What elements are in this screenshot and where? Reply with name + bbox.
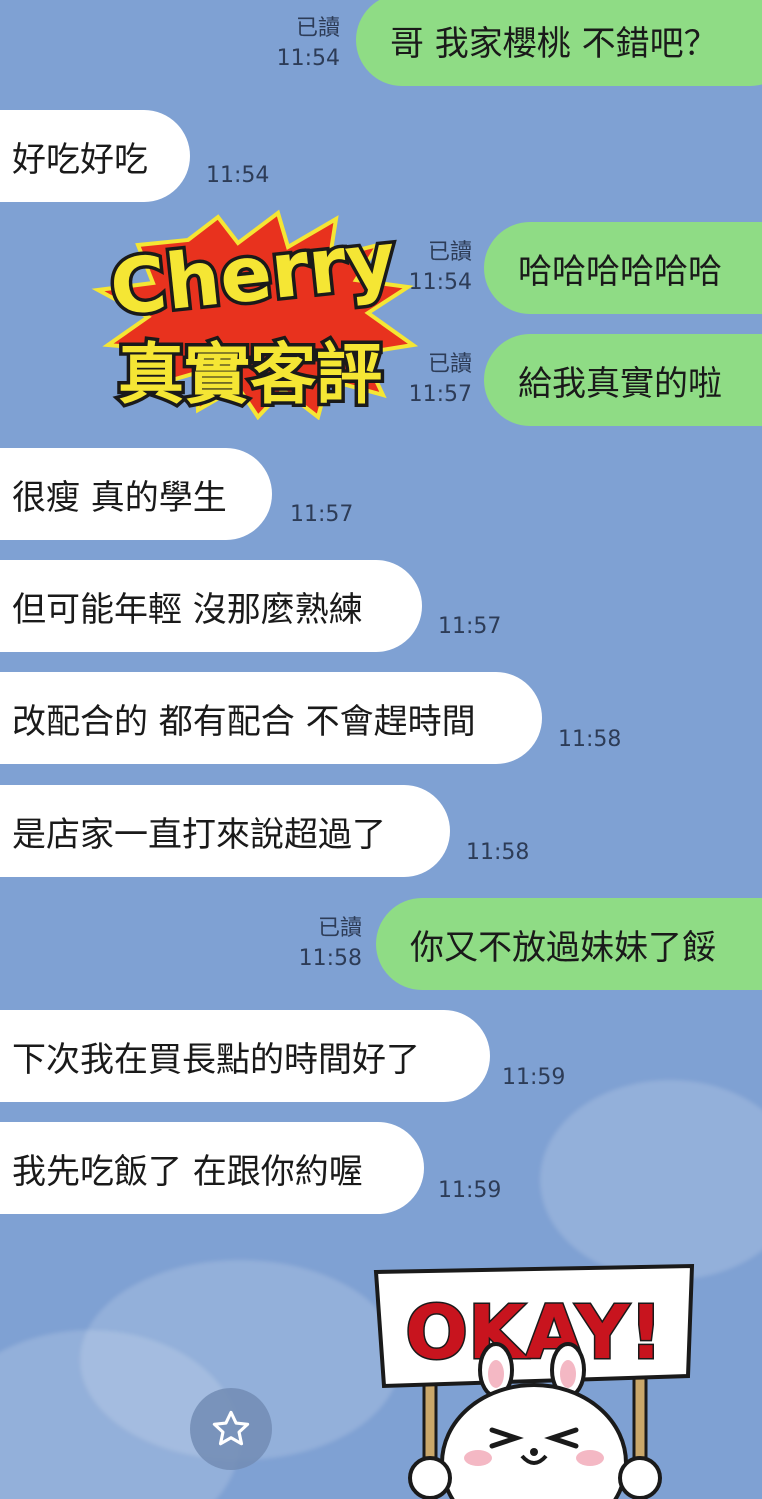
message-text: 我先吃飯了 在跟你約喔 xyxy=(12,1151,363,1192)
outgoing-message[interactable]: 你又不放過妹妹了餒 xyxy=(376,898,762,990)
read-receipt: 已讀 xyxy=(317,916,362,941)
incoming-message[interactable]: 下次我在買長點的時間好了 xyxy=(0,1010,490,1102)
incoming-message[interactable]: 但可能年輕 沒那麼熟練 xyxy=(0,560,422,652)
message-time: 11:57 xyxy=(438,614,502,639)
message-text: 下次我在買長點的時間好了 xyxy=(12,1039,420,1080)
cherry-review-badge: Cherry 真實客評 xyxy=(91,209,419,420)
message-text: 改配合的 都有配合 不會趕時間 xyxy=(12,701,476,742)
message-text: 但可能年輕 沒那麼熟練 xyxy=(12,589,363,630)
outgoing-message[interactable]: 哥 我家櫻桃 不錯吧？ xyxy=(356,0,762,86)
sticker-text: OKAY! xyxy=(405,1290,663,1376)
incoming-message[interactable]: 很瘦 真的學生 xyxy=(0,448,272,540)
message-time: 11:54 xyxy=(276,46,340,71)
chat-area[interactable]: 已讀 11:54 哥 我家櫻桃 不錯吧？ 好吃好吃 11:54 已讀 11:54… xyxy=(0,0,762,1499)
message-text: 是店家一直打來說超過了 xyxy=(12,814,386,855)
message-meta: 已讀 11:54 xyxy=(277,14,340,74)
message-text: 哈哈哈哈哈哈 xyxy=(518,251,722,292)
star-icon xyxy=(212,1410,250,1446)
badge-subtitle: 真實客評 xyxy=(118,336,382,413)
message-meta: 已讀 11:58 xyxy=(299,914,362,974)
outgoing-message[interactable]: 哈哈哈哈哈哈 xyxy=(484,222,762,314)
read-receipt: 已讀 xyxy=(295,16,340,41)
incoming-message[interactable]: 改配合的 都有配合 不會趕時間 xyxy=(0,672,542,764)
message-time: 11:54 xyxy=(206,163,270,188)
message-time: 11:57 xyxy=(290,502,354,527)
message-time: 11:59 xyxy=(438,1178,502,1203)
message-time: 11:59 xyxy=(502,1065,566,1090)
message-time: 11:58 xyxy=(558,727,622,752)
message-text: 哥 我家櫻桃 不錯吧？ xyxy=(390,23,718,64)
message-text: 好吃好吃 xyxy=(12,139,148,180)
message-text: 很瘦 真的學生 xyxy=(12,477,227,518)
favorite-button[interactable] xyxy=(190,1388,272,1470)
incoming-message[interactable]: 是店家一直打來說超過了 xyxy=(0,785,450,877)
message-time: 11:58 xyxy=(298,946,362,971)
incoming-message[interactable]: 我先吃飯了 在跟你約喔 xyxy=(0,1122,424,1214)
message-text: 給我真實的啦 xyxy=(518,363,722,404)
message-time: 11:58 xyxy=(466,840,530,865)
cloud-decoration xyxy=(540,1080,762,1280)
outgoing-message[interactable]: 給我真實的啦 xyxy=(484,334,762,426)
okay-sticker[interactable]: OKAY! xyxy=(372,1258,702,1499)
incoming-message[interactable]: 好吃好吃 xyxy=(0,110,190,202)
message-text: 你又不放過妹妹了餒 xyxy=(410,927,716,968)
